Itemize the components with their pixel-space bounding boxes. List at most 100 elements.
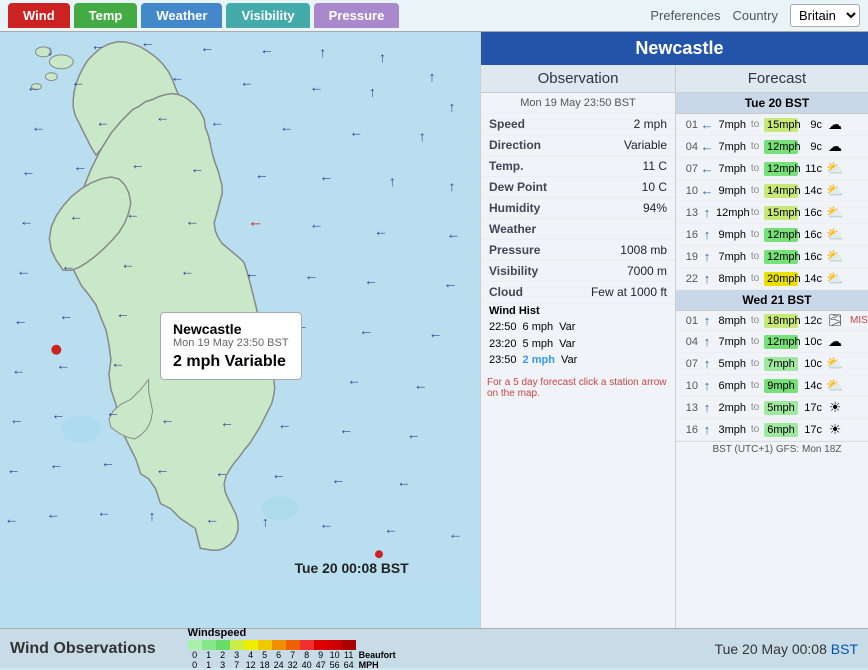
fc-to-label: to [748,251,762,262]
fc-arrow: ↑ [700,334,714,349]
pcloud-icon [824,204,846,221]
fc-hour: 16 [680,229,698,241]
wh-speed-2: 5 mph [523,336,554,353]
fc-temp: 14c [800,185,822,197]
fc-hour: 04 [680,336,698,348]
svg-text:Tue 20 00:08 BST: Tue 20 00:08 BST [295,560,410,576]
fc-to: 18mph [764,314,798,328]
obs-row-weather: Weather [481,219,675,240]
svg-text:←: ← [384,520,398,536]
svg-text:←: ← [116,305,130,321]
svg-text:←: ← [7,461,21,477]
fc-to-label: to [748,380,762,391]
fc-from: 7mph [716,119,746,131]
pcloud-icon [824,226,846,243]
svg-text:←: ← [96,113,110,129]
fc-hour: 13 [680,402,698,414]
uk-map-svg[interactable]: ↑ ← ← ← ← ↑ ↑ ↑ ← ← ← ← ← ↑ ↑ ← ← ← ← ← … [0,32,480,588]
svg-text:←: ← [414,376,428,392]
fc-to: 12mph [764,162,798,176]
svg-text:←: ← [210,113,224,129]
fc-to-label: to [748,402,762,413]
country-select[interactable]: Britain Ireland [790,4,860,27]
fc-arrow: ← [700,183,714,198]
map-tooltip: Newcastle Mon 19 May 23:50 BST 2 mph Var… [160,312,302,380]
fc-row-tue-19: 19 ↑ 7mph to 12mph 16c [676,246,868,268]
cloud-icon [824,333,846,350]
tab-wind[interactable]: Wind [8,3,70,28]
svg-text:←: ← [22,163,36,179]
fc-temp: 17c [800,424,822,436]
tab-temp[interactable]: Temp [74,3,138,28]
svg-text:←: ← [27,79,41,95]
country-link[interactable]: Country [732,8,778,23]
fc-arrow: ↑ [700,400,714,415]
legend-seg-3 [230,640,244,650]
svg-text:←: ← [364,272,378,288]
fc-to: 7mph [764,357,798,371]
obs-label-humidity: Humidity [489,201,540,215]
obs-row-cloud: Cloud Few at 1000 ft [481,282,675,303]
tab-weather[interactable]: Weather [141,3,222,28]
svg-text:←: ← [374,223,388,239]
svg-text:←: ← [319,168,333,184]
svg-text:↑: ↑ [419,128,426,144]
svg-text:↑: ↑ [389,173,396,189]
wind-hist: Wind Hist 22:50 6 mph Var 23:20 5 mph Va… [481,303,675,373]
fc-to: 12mph [764,140,798,154]
map-area[interactable]: ↑ ← ← ← ← ↑ ↑ ↑ ← ← ← ← ← ↑ ↑ ← ← ← ← ← … [0,32,480,628]
legend-seg-9 [314,640,328,650]
wh-dir-3: Var [561,352,577,369]
fc-from: 3mph [716,424,746,436]
fc-hour: 10 [680,380,698,392]
fc-arrow: ↑ [700,227,714,242]
sun-icon [824,421,846,438]
svg-text:←: ← [161,411,175,427]
tab-pressure[interactable]: Pressure [314,3,400,28]
svg-text:↑: ↑ [449,178,456,194]
wind-hist-label: Wind Hist [489,305,667,317]
svg-text:←: ← [12,362,26,378]
wh-time-2: 23:20 [489,336,517,353]
fc-to-label: to [748,358,762,369]
svg-text:←: ← [171,69,185,85]
tab-visibility[interactable]: Visibility [226,3,309,28]
fc-temp: 9c [800,119,822,131]
svg-text:←: ← [126,206,140,222]
fc-to: 14mph [764,184,798,198]
obs-label-cloud: Cloud [489,285,523,299]
svg-text:←: ← [17,262,31,278]
obs-row-humidity: Humidity 94% [481,198,675,219]
tooltip-city: Newcastle [173,321,289,337]
svg-text:←: ← [272,466,286,482]
fc-to: 15mph [764,206,798,220]
legend-numbers-mph: 0 1 3 7 12 18 24 32 40 47 56 64 MPH [188,660,389,670]
fc-hour: 07 [680,163,698,175]
fc-to-label: to [748,141,762,152]
svg-text:←: ← [444,275,458,291]
fc-row-wed-07: 07 ↑ 5mph to 7mph 10c [676,353,868,375]
svg-text:←: ← [20,213,34,229]
svg-text:←: ← [280,118,294,134]
main-area: ↑ ← ← ← ← ↑ ↑ ↑ ← ← ← ← ← ↑ ↑ ← ← ← ← ← … [0,32,868,628]
bst-note: BST (UTC+1) GFS: Mon 18Z [676,441,868,457]
header-right: Preferences Country Britain Ireland [650,4,860,27]
fc-row-tue-07: 07 ← 7mph to 12mph 11c [676,158,868,180]
fc-row-tue-04: 04 ← 7mph to 12mph 9c [676,136,868,158]
fc-from: 9mph [716,229,746,241]
obs-label-pressure: Pressure [489,243,540,257]
legend-seg-8 [300,640,314,650]
fc-arrow: ↑ [700,356,714,371]
fc-from: 7mph [716,336,746,348]
mist-icon [824,314,846,327]
svg-text:↑: ↑ [319,44,326,60]
svg-text:←: ← [349,123,363,139]
fc-from: 7mph [716,163,746,175]
wh-dir-1: Var [559,319,575,336]
cloud-icon [824,138,846,155]
preferences-link[interactable]: Preferences [650,8,720,23]
svg-text:←: ← [447,226,461,242]
tooltip-date: Mon 19 May 23:50 BST [173,337,289,349]
fc-hour: 04 [680,141,698,153]
fc-row-wed-01: 01 ↑ 8mph to 18mph 12c MIST [676,311,868,331]
